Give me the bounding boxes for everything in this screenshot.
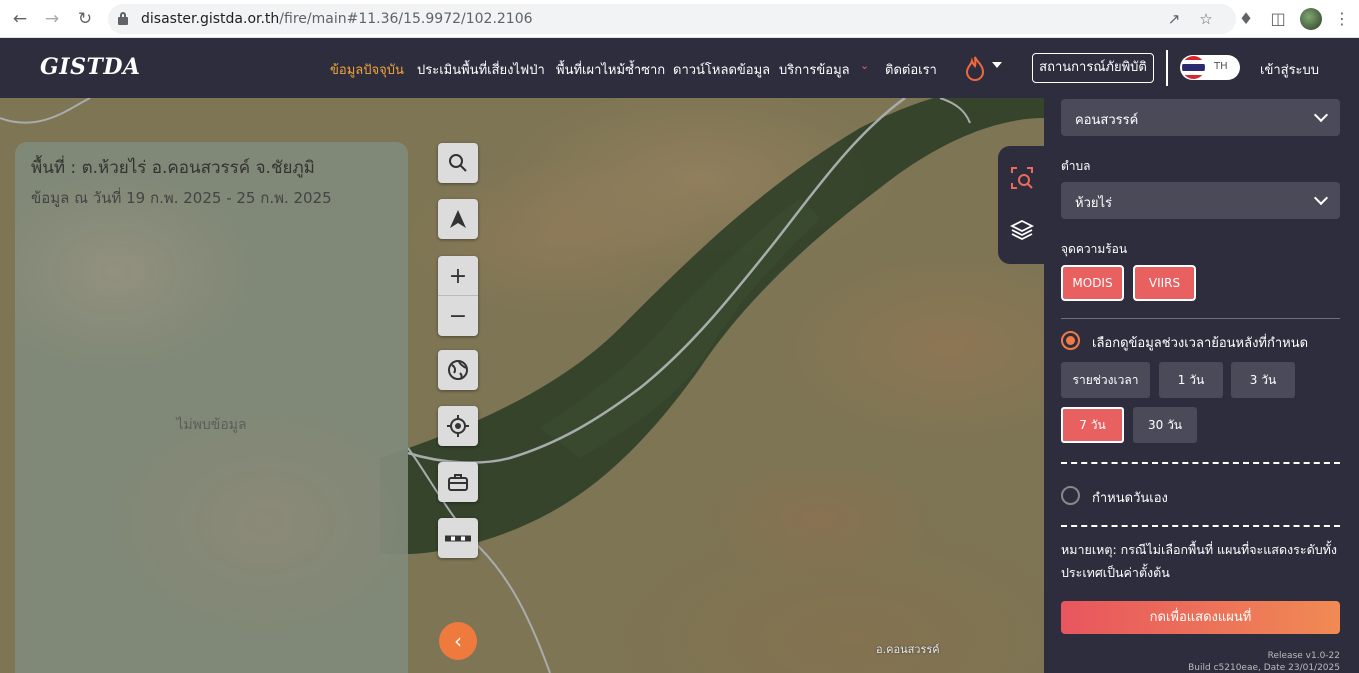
locate-icon: [447, 415, 469, 437]
viirs-button[interactable]: VIIRS: [1133, 265, 1196, 301]
zoom-in-icon[interactable]: +: [438, 256, 478, 296]
measure-button[interactable]: [438, 518, 478, 558]
disaster-situation-button[interactable]: สถานการณ์ภัยพิบัติ: [1032, 53, 1154, 83]
map-side-tabs: [998, 146, 1044, 264]
chevron-left-icon: ‹: [454, 629, 462, 653]
site-header: GISTDA ข้อมูลปัจจุบัน ประเมินพื้นที่เสี่…: [0, 38, 1359, 98]
basemap-button[interactable]: [438, 350, 478, 390]
login-link[interactable]: เข้าสู่ระบบ: [1260, 59, 1319, 80]
compass-button[interactable]: [438, 199, 478, 239]
extensions-puzzle-icon[interactable]: ♦: [1236, 9, 1256, 29]
kebab-menu-icon[interactable]: ⋮: [1332, 9, 1352, 29]
period-radio[interactable]: [1061, 331, 1080, 350]
divider: [1061, 318, 1340, 319]
custom-date-radio[interactable]: [1061, 486, 1080, 505]
language-label: TH: [1214, 61, 1228, 72]
reload-icon[interactable]: ↻: [75, 9, 95, 29]
address-bar[interactable]: disaster.gistda.or.th/fire/main#11.36/15…: [108, 4, 1236, 34]
url-text: disaster.gistda.or.th/fire/main#11.36/15…: [141, 11, 533, 27]
modis-button[interactable]: MODIS: [1061, 265, 1124, 301]
bookmark-star-icon[interactable]: ☆: [1197, 10, 1215, 28]
map-search-button[interactable]: [438, 143, 478, 183]
release-version: Release v1.0-22: [1267, 651, 1340, 661]
subdistrict-value: ห้วยไร่: [1075, 196, 1113, 211]
area-title: พื้นที่ : ต.ห้วยไร่ อ.คอนสวรรค์ จ.ชัยภูม…: [31, 158, 315, 178]
range-30-day-button[interactable]: 30 วัน: [1133, 407, 1197, 443]
chevron-down-icon: [1313, 190, 1329, 206]
lock-icon: [118, 12, 128, 25]
build-info: Build c5210eae, Date 23/01/2025: [1188, 663, 1340, 673]
side-panel-icon[interactable]: ◫: [1268, 9, 1288, 29]
measure-icon: [445, 535, 471, 542]
map-place-label: อ.คอนสวรรค์: [876, 643, 940, 656]
nav-services[interactable]: บริการข้อมูล: [779, 59, 850, 80]
browser-toolbar: ← → ↻ disaster.gistda.or.th/fire/main#11…: [0, 0, 1359, 38]
area-info-panel: พื้นที่ : ต.ห้วยไร่ อ.คอนสวรรค์ จ.ชัยภูม…: [15, 142, 408, 673]
collapse-panel-button[interactable]: ‹: [439, 622, 477, 660]
caret-down-icon[interactable]: [992, 62, 1002, 68]
nav-fire-risk[interactable]: ประเมินพื้นที่เสี่ยงไฟป่า: [417, 59, 545, 80]
dashed-divider: [1061, 525, 1340, 527]
range-3-day-button[interactable]: 3 วัน: [1231, 362, 1295, 398]
nav-contact[interactable]: ติดต่อเรา: [885, 59, 937, 80]
fire-icon[interactable]: [964, 55, 986, 81]
profile-avatar[interactable]: [1300, 8, 1322, 30]
layers-icon[interactable]: [1010, 218, 1034, 242]
nav-download[interactable]: ดาวน์โหลดข้อมูล: [673, 59, 770, 80]
globe-icon: [448, 360, 468, 380]
dashed-divider: [1061, 462, 1340, 464]
road-west: [0, 98, 91, 124]
district-value: คอนสวรรค์: [1075, 113, 1139, 128]
thai-flag-icon: [1182, 56, 1205, 79]
chevron-down-icon: [1313, 107, 1329, 123]
toolbox-icon: [448, 474, 468, 491]
area-search-icon[interactable]: [1010, 166, 1034, 190]
zoom-out-icon[interactable]: −: [438, 296, 478, 336]
period-radio-label[interactable]: เลือกดูข้อมูลช่วงเวลาย้อนหลังที่กำหนด: [1092, 332, 1308, 353]
custom-date-label[interactable]: กำหนดวันเอง: [1092, 487, 1168, 508]
zoom-control: + −: [438, 256, 478, 336]
no-data-message: ไม่พบข้อมูล: [176, 417, 247, 433]
forward-icon[interactable]: →: [42, 9, 62, 29]
gistda-logo[interactable]: GISTDA: [40, 54, 141, 80]
back-icon[interactable]: ←: [10, 9, 30, 29]
language-toggle[interactable]: TH: [1180, 55, 1240, 80]
hotspot-label: จุดความร้อน: [1061, 242, 1128, 256]
release-info: Release v1.0-22 Build c5210eae, Date 23/…: [1188, 650, 1340, 673]
range-7-day-button[interactable]: 7 วัน: [1061, 407, 1124, 443]
nav-current-data[interactable]: ข้อมูลปัจจุบัน: [330, 59, 404, 80]
data-date-range: ข้อมูล ณ วันที่ 19 ก.พ. 2025 - 25 ก.พ. 2…: [31, 189, 332, 207]
chevron-down-icon[interactable]: ⌄: [860, 59, 869, 72]
locate-button[interactable]: [438, 406, 478, 446]
subdistrict-select[interactable]: ห้วยไร่: [1061, 182, 1340, 219]
district-select[interactable]: คอนสวรรค์: [1061, 99, 1340, 136]
range-1-day-button[interactable]: 1 วัน: [1159, 362, 1223, 398]
filter-panel: คอนสวรรค์ ตำบล ห้วยไร่ จุดความร้อน MODIS…: [1044, 98, 1359, 673]
tools-button[interactable]: [438, 462, 478, 502]
note-text: หมายเหตุ: กรณีไม่เลือกพื้นที่ แผนที่จะแส…: [1061, 542, 1337, 580]
show-map-button[interactable]: กดเพื่อแสดงแผนที่: [1061, 601, 1340, 634]
search-icon: [449, 154, 467, 172]
header-divider: [1166, 50, 1168, 86]
share-icon[interactable]: ↗: [1165, 10, 1183, 28]
navigation-arrow-icon: [450, 210, 466, 228]
nav-burned-area[interactable]: พื้นที่เผาไหม้ซ้ำซาก: [556, 59, 665, 80]
satellite-map[interactable]: พื้นที่ : ต.ห้วยไร่ อ.คอนสวรรค์ จ.ชัยภูม…: [0, 98, 1044, 673]
range-interval-button[interactable]: รายช่วงเวลา: [1061, 362, 1150, 398]
subdistrict-label: ตำบล: [1061, 159, 1091, 173]
